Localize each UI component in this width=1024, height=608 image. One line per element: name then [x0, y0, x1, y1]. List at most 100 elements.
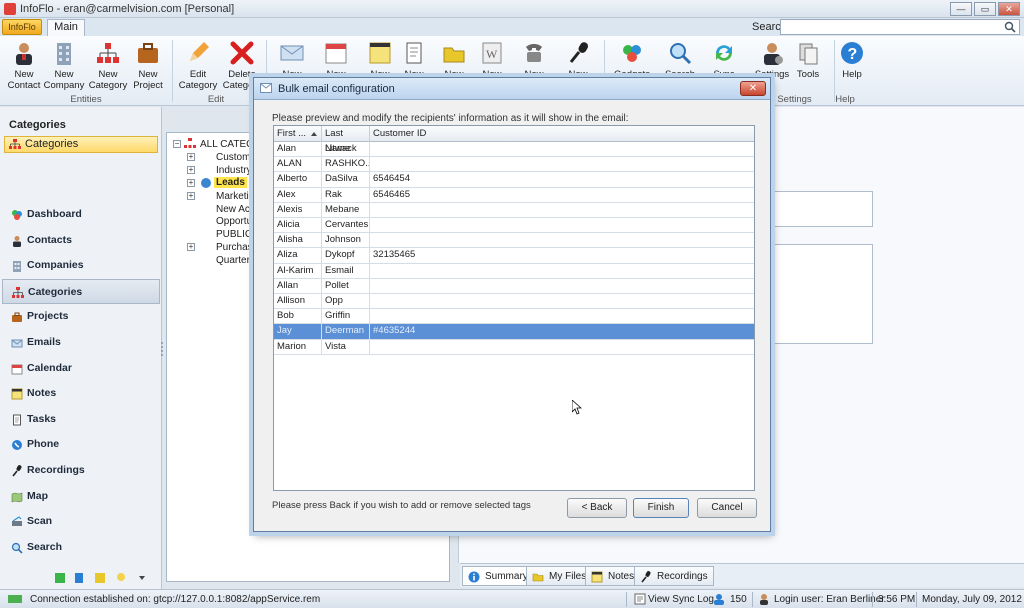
cell-first-name[interactable]: ALAN — [274, 157, 322, 173]
dialog-close-button[interactable]: ✕ — [740, 81, 766, 96]
cell-customer-id[interactable] — [370, 203, 754, 218]
back-button[interactable]: < Back — [567, 498, 627, 518]
table-row[interactable]: Marion Vista — [274, 339, 754, 355]
cell-customer-id[interactable]: 6546465 — [370, 188, 754, 203]
cancel-button[interactable]: Cancel — [697, 498, 757, 518]
nav-item-search[interactable]: Search — [2, 535, 160, 561]
tab-main[interactable]: Main — [47, 19, 85, 36]
table-row[interactable]: Bob Griffin — [274, 309, 754, 325]
close-window-button[interactable]: ✕ — [998, 2, 1020, 16]
table-row[interactable]: Alisha Johnson — [274, 233, 754, 249]
cell-first-name[interactable]: Marion — [274, 339, 322, 355]
table-row[interactable]: Alex Rak 6546465 — [274, 187, 754, 203]
cell-customer-id[interactable] — [370, 142, 754, 157]
cell-last-name[interactable]: Dykopf — [322, 248, 370, 264]
cell-customer-id[interactable] — [370, 340, 754, 355]
nav-item-categories[interactable]: Categories — [2, 278, 160, 305]
cell-customer-id[interactable] — [370, 279, 754, 294]
cell-last-name[interactable]: Deerman — [322, 324, 370, 340]
cell-last-name[interactable]: Vista — [322, 339, 370, 355]
tree-item[interactable]: Opportun — [216, 216, 258, 227]
tree-expand-toggle[interactable]: + — [187, 243, 195, 251]
table-row[interactable]: Jay Deerman #4635244 — [274, 324, 754, 340]
column-header-last-name[interactable]: Last Name — [322, 126, 370, 154]
tree-item-leads[interactable]: Leads — [214, 177, 247, 188]
nav-item-map[interactable]: Map — [2, 484, 160, 510]
nav-item-projects[interactable]: Projects — [2, 304, 160, 330]
nav-item-phone[interactable]: Phone — [2, 432, 160, 458]
pane-splitter-handle[interactable] — [160, 340, 164, 358]
cell-last-name[interactable]: RASHKO... — [322, 157, 370, 173]
finish-button[interactable]: Finish — [633, 498, 689, 518]
column-header-customer-id[interactable]: Customer ID — [370, 126, 754, 142]
cell-customer-id[interactable] — [370, 233, 754, 248]
cell-last-name[interactable]: Opp — [322, 294, 370, 309]
cell-last-name[interactable]: Esmail — [322, 263, 370, 279]
cell-last-name[interactable]: Cervantes — [322, 218, 370, 233]
cell-customer-id[interactable] — [370, 309, 754, 324]
table-row[interactable]: Alberto DaSilva 6546454 — [274, 172, 754, 188]
nav-item-scan[interactable]: Scan — [2, 509, 160, 535]
new-project-button[interactable]: New Project — [126, 38, 170, 94]
selected-categories-item[interactable]: Categories — [4, 136, 158, 153]
cell-first-name[interactable]: Alberto — [274, 172, 322, 188]
cell-customer-id[interactable]: #4635244 — [370, 324, 754, 339]
cell-last-name[interactable]: Pollet — [322, 278, 370, 294]
tools-button[interactable]: Tools — [786, 38, 830, 94]
search-icon[interactable] — [1004, 21, 1016, 33]
cell-last-name[interactable]: DaSilva — [322, 172, 370, 188]
cell-first-name[interactable]: Alan — [274, 142, 322, 157]
tree-item[interactable]: Purchase — [216, 242, 258, 253]
table-row[interactable]: Allison Opp — [274, 294, 754, 310]
table-row[interactable]: Alan Litwack — [274, 142, 754, 158]
cell-last-name[interactable]: Rak — [322, 187, 370, 203]
tab-summary[interactable]: Summary — [462, 566, 534, 586]
search-input[interactable] — [780, 19, 1020, 35]
cell-last-name[interactable]: Johnson — [322, 233, 370, 249]
table-row[interactable]: Al-Karim Esmail — [274, 263, 754, 279]
cell-customer-id[interactable] — [370, 218, 754, 233]
tab-notes[interactable]: Notes — [585, 566, 641, 586]
tree-item[interactable]: Industry — [216, 165, 252, 176]
table-row[interactable]: Alicia Cervantes — [274, 218, 754, 234]
table-row[interactable]: Allan Pollet — [274, 278, 754, 294]
cell-first-name[interactable]: Allison — [274, 294, 322, 309]
maximize-button[interactable]: ▭ — [974, 2, 996, 16]
nav-item-notes[interactable]: Notes — [2, 381, 160, 407]
nav-item-calendar[interactable]: Calendar — [2, 356, 160, 382]
cell-customer-id[interactable] — [370, 264, 754, 279]
dialog-title-bar[interactable]: Bulk email configuration ✕ — [254, 78, 770, 100]
column-header-first-name[interactable]: First ... — [274, 126, 322, 142]
tree-expand-toggle[interactable]: + — [187, 179, 195, 187]
cell-first-name[interactable]: Al-Karim — [274, 263, 322, 279]
nav-item-tasks[interactable]: Tasks — [2, 407, 160, 433]
cell-last-name[interactable]: Litwack — [322, 142, 370, 157]
nav-item-contacts[interactable]: Contacts — [2, 228, 160, 254]
cell-first-name[interactable]: Bob — [274, 309, 322, 325]
cell-first-name[interactable]: Allan — [274, 278, 322, 294]
edit-category-button[interactable]: Edit Category — [176, 38, 220, 94]
tree-expand-toggle[interactable]: + — [187, 192, 195, 200]
footer-shortcut-icons[interactable] — [55, 571, 145, 585]
nav-item-companies[interactable]: Companies — [2, 253, 160, 279]
table-row[interactable]: Alexis Mebane — [274, 202, 754, 218]
help-button[interactable]: ? Help — [830, 38, 874, 94]
nav-item-dashboard[interactable]: Dashboard — [2, 202, 160, 228]
cell-first-name[interactable]: Alisha — [274, 233, 322, 249]
cell-customer-id[interactable]: 32135465 — [370, 248, 754, 263]
nav-item-recordings[interactable]: Recordings — [2, 458, 160, 484]
tree-collapse-toggle[interactable]: − — [173, 140, 181, 148]
cell-last-name[interactable]: Mebane — [322, 202, 370, 218]
cell-first-name[interactable]: Alicia — [274, 218, 322, 233]
app-menu-button[interactable]: InfoFlo — [2, 19, 42, 35]
tree-item[interactable]: PUBLIC — [216, 229, 252, 240]
minimize-button[interactable]: — — [950, 2, 972, 16]
cell-first-name[interactable]: Alexis — [274, 202, 322, 218]
nav-item-emails[interactable]: Emails — [2, 330, 160, 356]
cell-first-name[interactable]: Aliza — [274, 248, 322, 264]
tree-expand-toggle[interactable]: + — [187, 166, 195, 174]
new-company-button[interactable]: New Company — [42, 38, 86, 94]
cell-first-name[interactable]: Jay — [274, 324, 322, 340]
tree-item[interactable]: Quarterly — [216, 255, 257, 266]
new-contact-button[interactable]: New Contact — [2, 38, 46, 94]
